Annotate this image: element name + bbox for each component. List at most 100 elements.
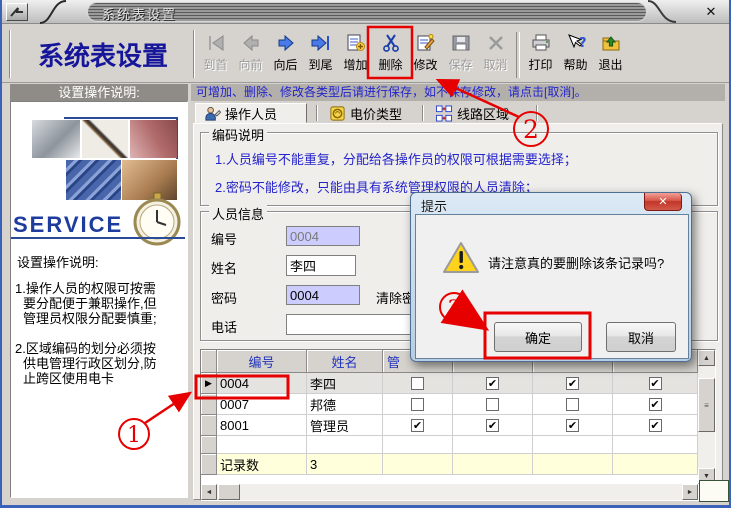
dialog-ok-button[interactable]: 确定 bbox=[494, 322, 582, 352]
cell-perm bbox=[533, 394, 613, 415]
toolbar-separator bbox=[516, 32, 520, 78]
cell-name[interactable]: 邦德 bbox=[307, 394, 383, 415]
permission-checkbox[interactable] bbox=[411, 377, 424, 390]
sidebar-header: 设置操作说明: bbox=[10, 84, 188, 101]
page-title: 系统表设置 bbox=[14, 36, 192, 73]
cell-perm bbox=[613, 373, 698, 394]
dialog-close-icon[interactable]: ✕ bbox=[644, 193, 682, 211]
next-record-icon bbox=[275, 30, 297, 56]
service-logo-text: SERVICE bbox=[13, 212, 123, 238]
cell-perm bbox=[383, 394, 453, 415]
dialog-title: 提示 bbox=[421, 196, 447, 215]
cell-name[interactable]: 李四 bbox=[307, 373, 383, 394]
delete-button[interactable]: 删除 bbox=[373, 28, 408, 82]
table-row[interactable]: 0007 邦德 bbox=[201, 394, 698, 415]
next-button[interactable]: 向后 bbox=[268, 28, 303, 82]
vertical-scroll-thumb[interactable]: ≡ bbox=[698, 378, 715, 432]
coding-note-1: 1.人员编号不能重复，分配给各操作员的权限可根据需要选择； bbox=[215, 149, 577, 168]
horizontal-scrollbar[interactable]: ◄ ► bbox=[201, 484, 698, 500]
cell-code[interactable]: 0004 bbox=[217, 373, 307, 394]
password-field-label: 密码 bbox=[211, 288, 237, 307]
code-field[interactable] bbox=[286, 226, 360, 246]
app-logo-icon[interactable] bbox=[6, 3, 28, 21]
phone-field-label: 电话 bbox=[211, 317, 237, 336]
last-record-icon bbox=[310, 30, 332, 56]
last-button[interactable]: 到尾 bbox=[303, 28, 338, 82]
sidebar-note-line: 止跨区使用电卡 bbox=[23, 368, 114, 387]
permission-checkbox[interactable] bbox=[566, 398, 579, 411]
toolbar: 系统表设置 到首 向前 向后 bbox=[2, 25, 729, 83]
row-indicator: ▶ bbox=[201, 373, 217, 394]
vertical-scrollbar[interactable]: ▲ ≡ ▼ bbox=[698, 350, 715, 484]
tab-separator bbox=[536, 105, 538, 121]
help-cursor-icon: ? bbox=[565, 30, 587, 56]
name-field-label: 姓名 bbox=[211, 258, 237, 277]
titlebar: 系统表设置 ✕ bbox=[2, 0, 729, 24]
cancel-button[interactable]: 取消 bbox=[478, 28, 513, 82]
permission-checkbox[interactable] bbox=[566, 377, 579, 390]
tab-line-areas[interactable]: 线路区域 bbox=[427, 103, 531, 123]
name-field[interactable] bbox=[286, 255, 356, 276]
permission-checkbox[interactable] bbox=[411, 398, 424, 411]
dialog-cancel-button[interactable]: 取消 bbox=[606, 322, 676, 352]
header-code[interactable]: 编号 bbox=[217, 350, 307, 373]
record-count-row: 记录数 3 bbox=[201, 454, 698, 475]
sidebar-note-line: 管理员权限分配要慎重; bbox=[23, 308, 157, 327]
cell-perm bbox=[533, 415, 613, 436]
collage-image-keyboard bbox=[66, 160, 121, 200]
header-name[interactable]: 姓名 bbox=[307, 350, 383, 373]
edit-button[interactable]: 修改 bbox=[408, 28, 443, 82]
confirm-delete-dialog: 提示 ✕ 请注意真的要删除该条记录吗? 确定 取消 bbox=[410, 192, 692, 362]
warning-icon bbox=[442, 241, 480, 275]
operator-person-icon bbox=[204, 105, 221, 122]
scroll-up-icon[interactable]: ▲ bbox=[698, 350, 715, 366]
prev-button[interactable]: 向前 bbox=[233, 28, 268, 82]
decorative-line bbox=[11, 237, 185, 239]
save-button[interactable]: 保存 bbox=[443, 28, 478, 82]
exit-button[interactable]: 退出 bbox=[593, 28, 628, 82]
save-floppy-icon bbox=[450, 30, 472, 56]
cell-perm bbox=[453, 373, 533, 394]
scroll-left-icon[interactable]: ◄ bbox=[201, 484, 217, 500]
tab-price-types[interactable]: 电价类型 bbox=[321, 103, 421, 123]
cell-name[interactable]: 管理员 bbox=[307, 415, 383, 436]
collage-image-tool bbox=[32, 120, 80, 158]
permission-checkbox[interactable] bbox=[486, 398, 499, 411]
tab-operators[interactable]: 操作人员 bbox=[195, 103, 307, 123]
collage-image-pens bbox=[130, 120, 177, 158]
first-button[interactable]: 到首 bbox=[198, 28, 233, 82]
table-row[interactable]: ▶ 0004 李四 bbox=[201, 373, 698, 394]
tab-separator bbox=[316, 105, 318, 121]
permission-checkbox[interactable] bbox=[486, 377, 499, 390]
add-button[interactable]: 增加 bbox=[338, 28, 373, 82]
cell-code[interactable]: 0007 bbox=[217, 394, 307, 415]
row-indicator bbox=[201, 394, 217, 415]
permission-checkbox[interactable] bbox=[411, 419, 424, 432]
permission-checkbox[interactable] bbox=[566, 419, 579, 432]
toolbar-buttons: 到首 向前 向后 到尾 bbox=[198, 28, 628, 82]
window-close-icon[interactable]: ✕ bbox=[701, 2, 721, 22]
password-field[interactable] bbox=[286, 285, 360, 305]
permission-checkbox[interactable] bbox=[649, 377, 662, 390]
tab-label: 电价类型 bbox=[350, 104, 402, 123]
permission-checkbox[interactable] bbox=[486, 419, 499, 432]
scroll-right-icon[interactable]: ► bbox=[682, 484, 698, 500]
toolbar-separator bbox=[193, 30, 195, 78]
sidebar-notes-title: 设置操作说明: bbox=[17, 252, 99, 271]
cancel-x-icon bbox=[485, 30, 507, 56]
permission-checkbox[interactable] bbox=[649, 398, 662, 411]
exit-folder-icon bbox=[600, 30, 622, 56]
cell-perm bbox=[613, 415, 698, 436]
cell-perm bbox=[613, 394, 698, 415]
horizontal-scroll-thumb[interactable] bbox=[218, 484, 240, 500]
record-count-label: 记录数 bbox=[217, 454, 307, 475]
help-button[interactable]: ? 帮助 bbox=[558, 28, 593, 82]
row-indicator bbox=[201, 415, 217, 436]
cell-perm bbox=[453, 415, 533, 436]
print-button[interactable]: 打印 bbox=[523, 28, 558, 82]
permission-checkbox[interactable] bbox=[649, 419, 662, 432]
cell-code[interactable]: 8001 bbox=[217, 415, 307, 436]
table-row[interactable]: 8001 管理员 bbox=[201, 415, 698, 436]
print-icon bbox=[530, 30, 552, 56]
grid-corner-box bbox=[699, 480, 729, 502]
